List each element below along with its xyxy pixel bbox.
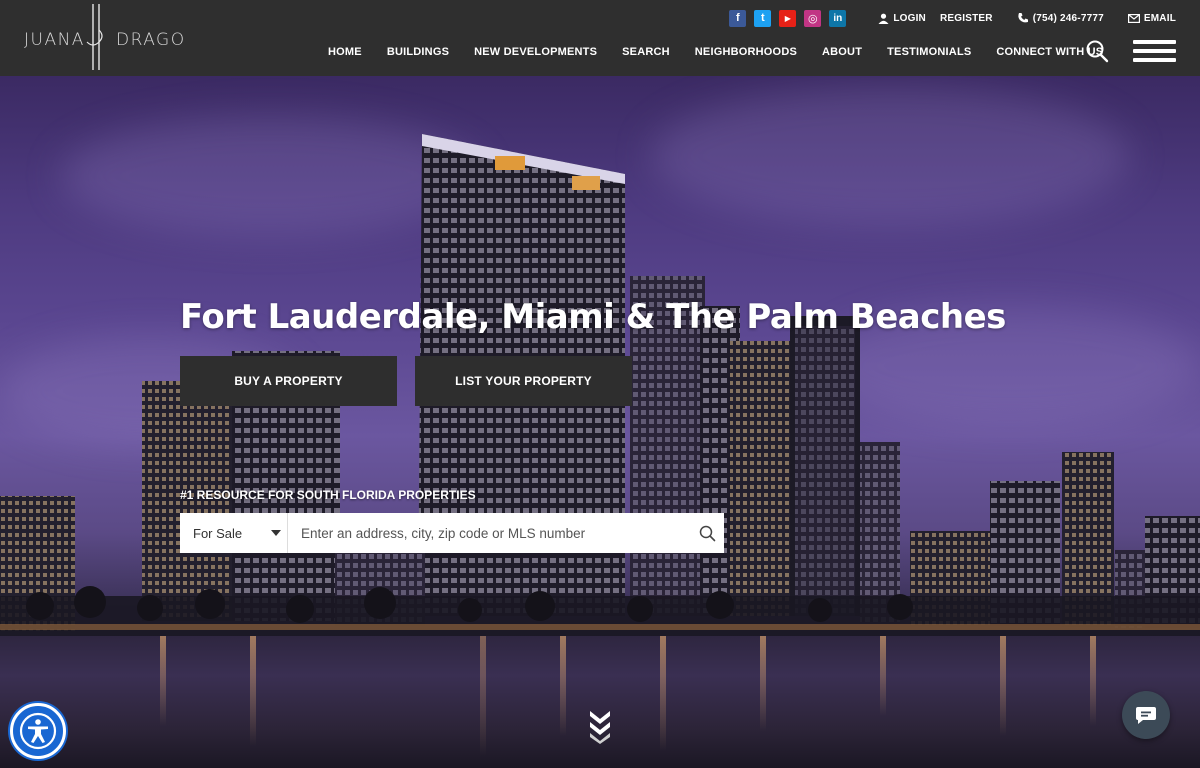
site-logo[interactable]: JUANA DRAGO bbox=[24, 2, 184, 74]
logo-text-right: DRAGO bbox=[116, 30, 186, 50]
phone-icon bbox=[1018, 13, 1028, 23]
facebook-icon[interactable]: f bbox=[729, 9, 747, 27]
nav-buildings[interactable]: BUILDINGS bbox=[387, 46, 449, 58]
twitter-icon[interactable]: t bbox=[754, 9, 772, 27]
property-search-bar: For Sale bbox=[180, 513, 724, 553]
nav-home[interactable]: HOME bbox=[328, 46, 362, 58]
listing-type-select[interactable]: For Sale bbox=[180, 513, 288, 553]
utility-bar: f t ▶ ◎ in LOGIN REGISTER (754) 246-7777… bbox=[729, 8, 1176, 28]
login-link[interactable]: LOGIN bbox=[878, 13, 926, 24]
buy-property-button[interactable]: BUY A PROPERTY bbox=[180, 356, 397, 406]
email-link[interactable]: EMAIL bbox=[1127, 12, 1176, 24]
hero-headline: Fort Lauderdale, Miami & The Palm Beache… bbox=[180, 297, 1006, 337]
register-link[interactable]: REGISTER bbox=[940, 13, 993, 24]
nav-testimonials[interactable]: TESTIMONIALS bbox=[887, 46, 971, 58]
logo-monogram-icon bbox=[86, 4, 103, 70]
login-label: LOGIN bbox=[893, 12, 926, 24]
nav-new-developments[interactable]: NEW DEVELOPMENTS bbox=[474, 46, 597, 58]
search-icon[interactable] bbox=[1085, 39, 1109, 63]
list-property-button[interactable]: LIST YOUR PROPERTY bbox=[415, 356, 632, 406]
nav-neighborhoods[interactable]: NEIGHBORHOODS bbox=[695, 46, 797, 58]
resource-tagline: #1 RESOURCE FOR SOUTH FLORIDA PROPERTIES bbox=[180, 488, 476, 502]
chat-bubble-icon bbox=[1136, 707, 1156, 724]
property-search-input[interactable] bbox=[288, 513, 690, 553]
linkedin-icon[interactable]: in bbox=[829, 9, 847, 27]
logo-text-left: JUANA bbox=[24, 30, 85, 50]
caret-down-icon bbox=[271, 530, 281, 536]
hamburger-menu-icon[interactable] bbox=[1133, 40, 1176, 62]
social-links: f t ▶ ◎ in bbox=[729, 9, 847, 27]
phone-link[interactable]: (754) 246-7777 bbox=[1017, 12, 1104, 24]
phone-number: (754) 246-7777 bbox=[1032, 12, 1104, 24]
envelope-icon bbox=[1127, 13, 1140, 23]
magnifier-icon bbox=[699, 525, 715, 541]
instagram-icon[interactable]: ◎ bbox=[804, 9, 822, 27]
main-nav: HOME BUILDINGS NEW DEVELOPMENTS SEARCH N… bbox=[328, 44, 1128, 60]
water-reflection bbox=[0, 636, 1200, 768]
search-submit-button[interactable] bbox=[690, 513, 724, 553]
accessibility-button[interactable] bbox=[10, 703, 66, 759]
youtube-icon[interactable]: ▶ bbox=[779, 9, 797, 27]
site-header: JUANA DRAGO f t ▶ ◎ in LOGIN REGISTER (7… bbox=[0, 0, 1200, 76]
register-label: REGISTER bbox=[939, 12, 993, 24]
nav-about[interactable]: ABOUT bbox=[822, 46, 862, 58]
accessibility-icon bbox=[19, 712, 57, 750]
listing-type-value: For Sale bbox=[193, 525, 243, 541]
user-icon bbox=[878, 13, 889, 24]
scroll-down-chevrons-icon[interactable] bbox=[588, 708, 612, 744]
email-label: EMAIL bbox=[1143, 12, 1176, 24]
chat-widget-button[interactable] bbox=[1122, 691, 1170, 739]
nav-search[interactable]: SEARCH bbox=[622, 46, 670, 58]
hero-background bbox=[0, 76, 1200, 768]
